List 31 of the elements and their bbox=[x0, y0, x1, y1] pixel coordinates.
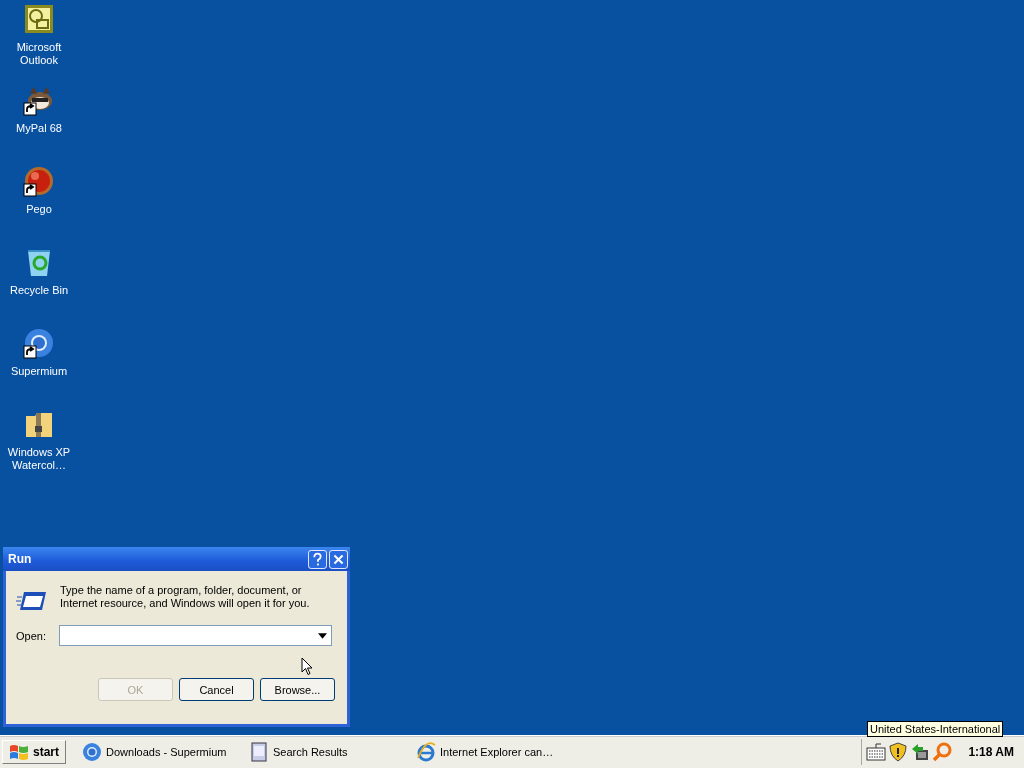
mail-app-icon[interactable] bbox=[23, 3, 55, 35]
instruction-text: Type the name of a program, folder, document, or Internet resource, and Windows will open it for you. bbox=[60, 584, 311, 610]
dialog-button[interactable]: Browse... bbox=[260, 678, 335, 701]
window-title: Run bbox=[8, 552, 33, 566]
dialog-button[interactable]: Cancel bbox=[179, 678, 254, 701]
taskbar-button[interactable]: Internet Explorer can… bbox=[412, 740, 567, 764]
tooltip: United States-International bbox=[867, 721, 1004, 737]
icon-label: Windows XP Watercol… bbox=[6, 446, 72, 472]
taskbar-button[interactable]: Downloads - Supermium bbox=[78, 740, 233, 764]
shield-icon[interactable] bbox=[888, 742, 909, 762]
clock: 1:18 AM bbox=[968, 745, 1014, 759]
taskbar-button[interactable]: Search Results bbox=[245, 740, 400, 764]
browser-icon[interactable] bbox=[23, 327, 55, 359]
internet-explorer-icon bbox=[416, 742, 436, 762]
start-button[interactable]: start bbox=[2, 740, 66, 764]
close-icon[interactable] bbox=[329, 549, 348, 569]
browser-icon bbox=[82, 742, 102, 762]
document-icon bbox=[249, 742, 269, 762]
windows-flag-icon bbox=[9, 743, 29, 761]
network-icon[interactable] bbox=[910, 742, 931, 762]
icon-label: Pego bbox=[25, 203, 53, 216]
dropdown-caret-icon[interactable] bbox=[317, 632, 327, 639]
open-label: Open: bbox=[16, 629, 46, 642]
icon-label: Supermium bbox=[9, 365, 69, 378]
help-icon[interactable] bbox=[308, 549, 327, 569]
icon-label: Microsoft Outlook bbox=[15, 41, 63, 67]
icon-label: Recycle Bin bbox=[8, 284, 70, 297]
icon-label: MyPal 68 bbox=[15, 122, 63, 135]
run-program-icon bbox=[16, 589, 48, 613]
ball-icon[interactable] bbox=[23, 165, 55, 197]
mouse-pointer-icon bbox=[301, 657, 313, 676]
